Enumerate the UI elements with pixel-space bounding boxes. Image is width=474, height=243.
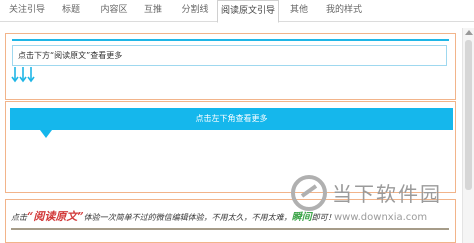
style-item-read-original-2[interactable]: 点击左下角查看更多: [5, 101, 456, 193]
tab-my-styles[interactable]: 我的样式: [322, 0, 366, 22]
tab-mutual-push[interactable]: 互推: [138, 0, 168, 22]
style-item-read-original-3[interactable]: 点击“阅读原文”体验一次简单不过的微信编辑体验，不用太久，不用太难，瞬间即可！: [5, 199, 456, 243]
style-list: 点击下方“阅读原文”查看更多 点击左下角查看更多 点击“阅读原文”体验一次简单不…: [3, 28, 457, 243]
tab-content-area[interactable]: 内容区: [94, 0, 134, 22]
guide-suffix: 即可！: [311, 213, 336, 222]
editor-style-panel: 关注引导 标题 内容区 互推 分割线 阅读原文引导 其他 我的样式 点击下方“阅…: [0, 0, 474, 243]
guide-text-box: 点击下方“阅读原文”查看更多: [12, 45, 447, 66]
vertical-scrollbar[interactable]: [462, 28, 474, 243]
ink-divider: [11, 228, 449, 230]
tab-divider[interactable]: 分割线: [174, 0, 216, 22]
guide-prefix: 点击: [11, 213, 27, 222]
down-arrows-icon: [11, 67, 35, 83]
tab-read-original-guide[interactable]: 阅读原文引导: [217, 0, 279, 23]
guide-text: 点击下方“阅读原文”查看更多: [18, 51, 123, 60]
guide-sentence: 点击“阅读原文”体验一次简单不过的微信编辑体验，不用太久，不用太难，瞬间即可！: [11, 208, 336, 224]
read-original-highlight: “阅读原文”: [27, 210, 84, 223]
guide-middle: 体验一次简单不过的微信编辑体验，不用太久，不用太难，: [83, 213, 292, 222]
scroll-thumb[interactable]: [465, 40, 472, 190]
guide-banner-text: 点击左下角查看更多: [195, 114, 268, 123]
tab-follow-guide[interactable]: 关注引导: [4, 0, 50, 22]
scroll-up-icon[interactable]: [465, 30, 473, 35]
tab-title[interactable]: 标题: [54, 0, 88, 22]
guide-banner: 点击左下角查看更多: [10, 108, 453, 130]
top-accent-line: [12, 39, 449, 41]
style-tab-bar: 关注引导 标题 内容区 互推 分割线 阅读原文引导 其他 我的样式: [0, 0, 474, 23]
style-item-read-original-1[interactable]: 点击下方“阅读原文”查看更多: [5, 33, 456, 100]
instant-highlight: 瞬间: [291, 212, 312, 223]
tab-other[interactable]: 其他: [285, 0, 313, 22]
banner-pointer-icon: [40, 130, 52, 138]
